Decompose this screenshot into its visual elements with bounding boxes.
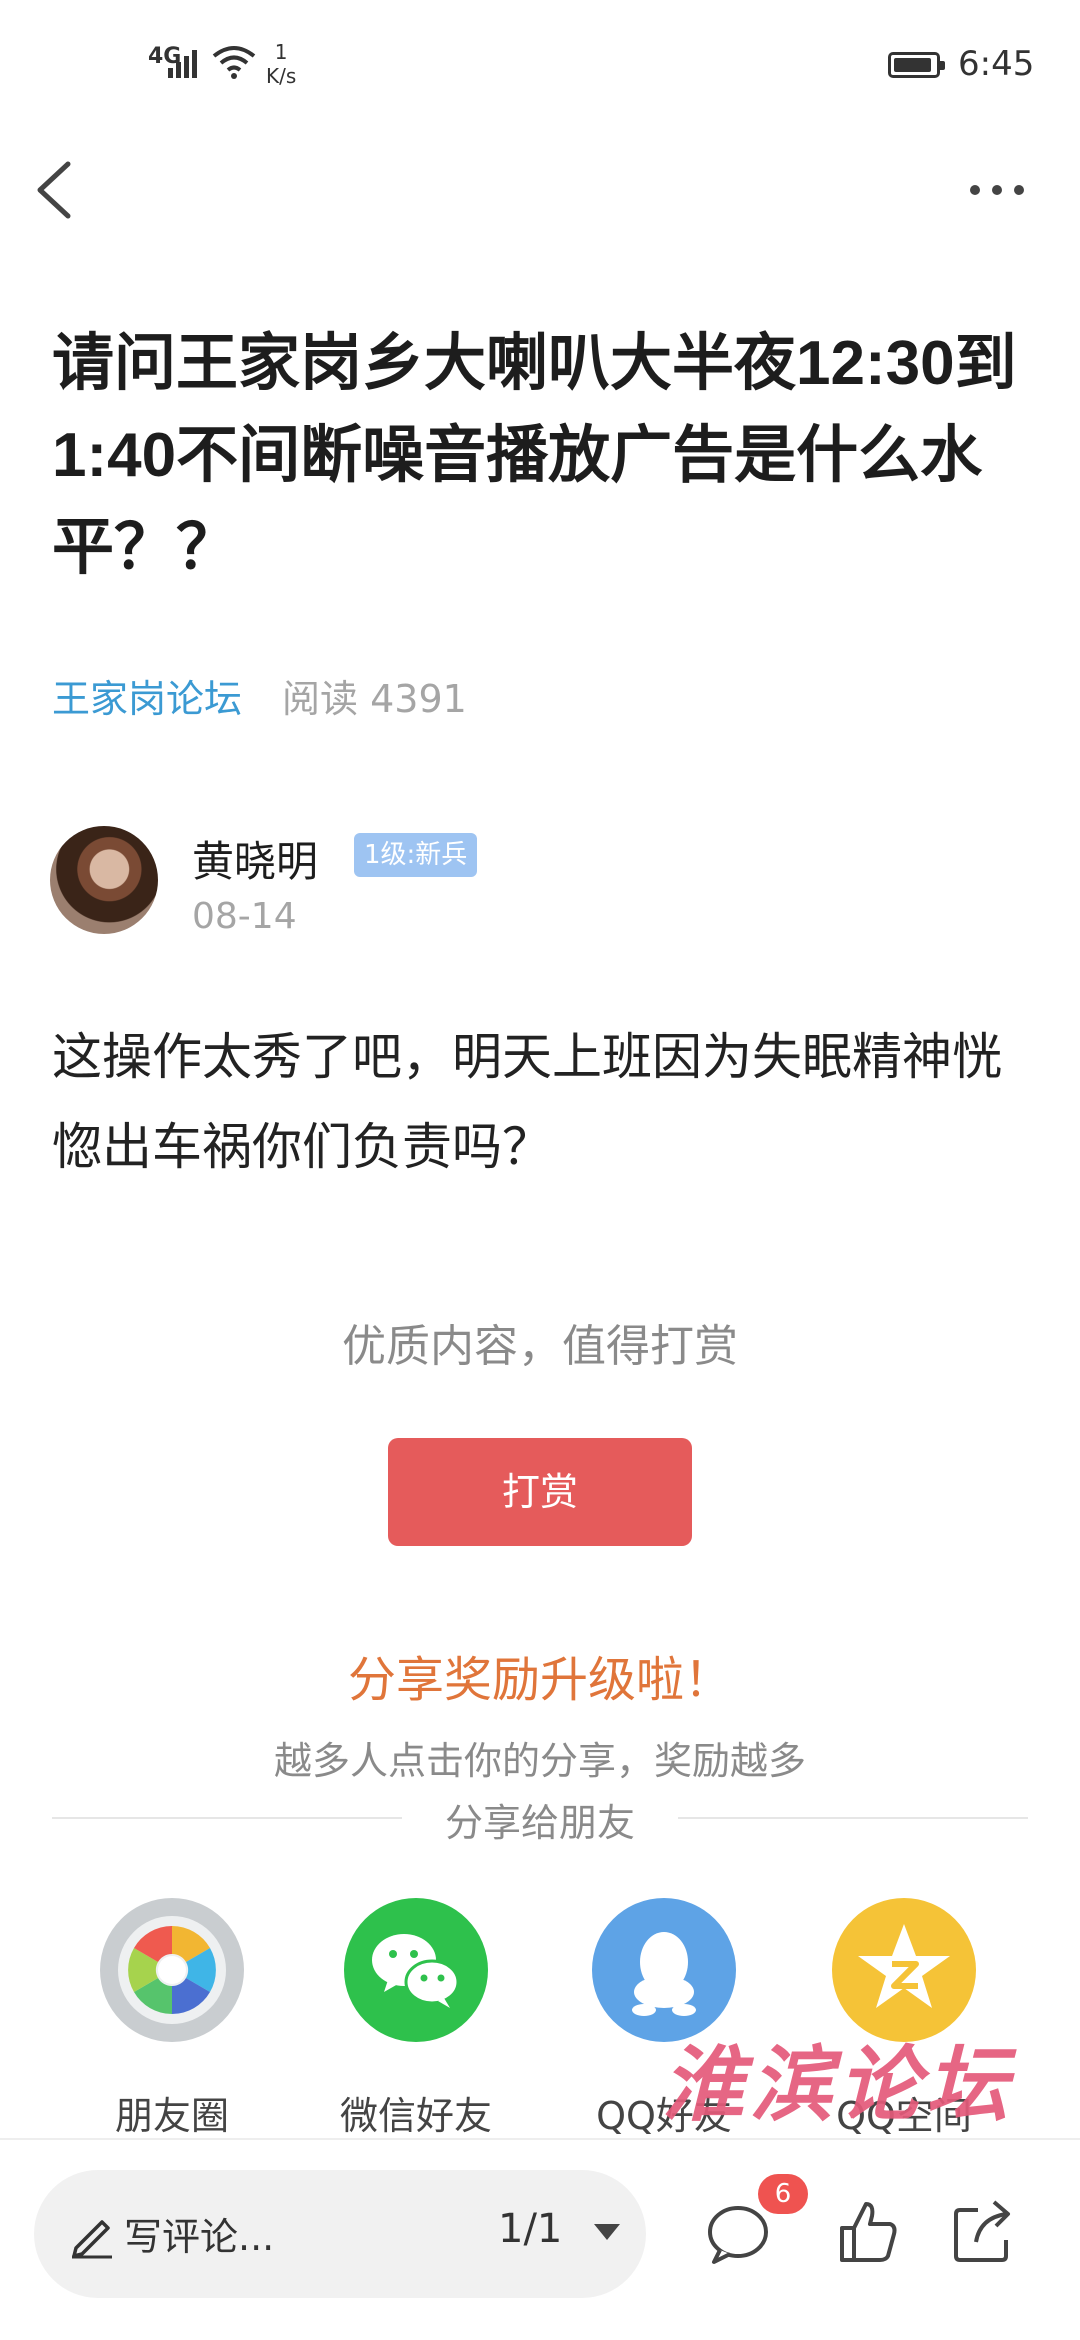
watermark-logo: 淮滨论坛 [662,2037,1014,2133]
share-icon[interactable] [948,2196,1020,2268]
comment-icon[interactable] [702,2198,774,2270]
moments-icon[interactable] [100,1898,244,2042]
share-reward-title: 分享奖励升级啦！ [347,1652,732,1708]
pen-icon [72,2220,112,2259]
back-arrow-icon[interactable] [30,150,90,230]
status-time: 6:45 [958,44,1035,84]
wifi-icon [212,46,256,79]
read-count: 阅读 4391 [282,677,467,721]
author-level-badge: 1级:新兵 [354,833,478,877]
author-name[interactable]: 黄晓明 [192,828,318,889]
battery-icon [888,52,945,78]
network-speed-unit: K/s [266,64,297,88]
post-content: 这操作太秀了吧，明天上班因为失眠精神恍惚出车祸你们负责吗？ [52,1028,1002,1176]
post-meta: 王家岗论坛 阅读 4391 [52,668,467,723]
post-title: 请问王家岗乡大喇叭大半夜12:30到1:40不间断噪音播放广告是什么水平？？ [52,329,1017,582]
author-avatar[interactable] [50,826,158,934]
thumbs-up-icon[interactable] [832,2196,904,2268]
signal-strength-icon [168,44,202,78]
reward-tip: 优质内容，值得打赏 [342,1321,738,1372]
wechat-icon[interactable] [344,1898,488,2042]
forum-link[interactable]: 王家岗论坛 [52,677,242,721]
more-options-icon[interactable] [965,170,1029,210]
share-to-friends-label: 分享给朋友 [444,1801,635,1845]
comment-placeholder[interactable]: 写评论... [124,2206,274,2261]
reward-button[interactable]: 打赏 [388,1438,692,1546]
page-indicator[interactable]: 1/1 [498,2206,562,2252]
share-label-wechat[interactable]: 微信好友 [296,2085,536,2140]
share-reward-subtitle: 越多人点击你的分享，奖励越多 [273,1739,806,1783]
chevron-down-icon[interactable] [594,2224,620,2242]
network-speed-value: 1 [274,40,288,64]
share-label-moments[interactable]: 朋友圈 [52,2085,292,2140]
post-date: 08-14 [192,896,297,937]
comment-count-badge: 6 [758,2174,808,2214]
network-speed: 1 K/s [266,40,296,88]
